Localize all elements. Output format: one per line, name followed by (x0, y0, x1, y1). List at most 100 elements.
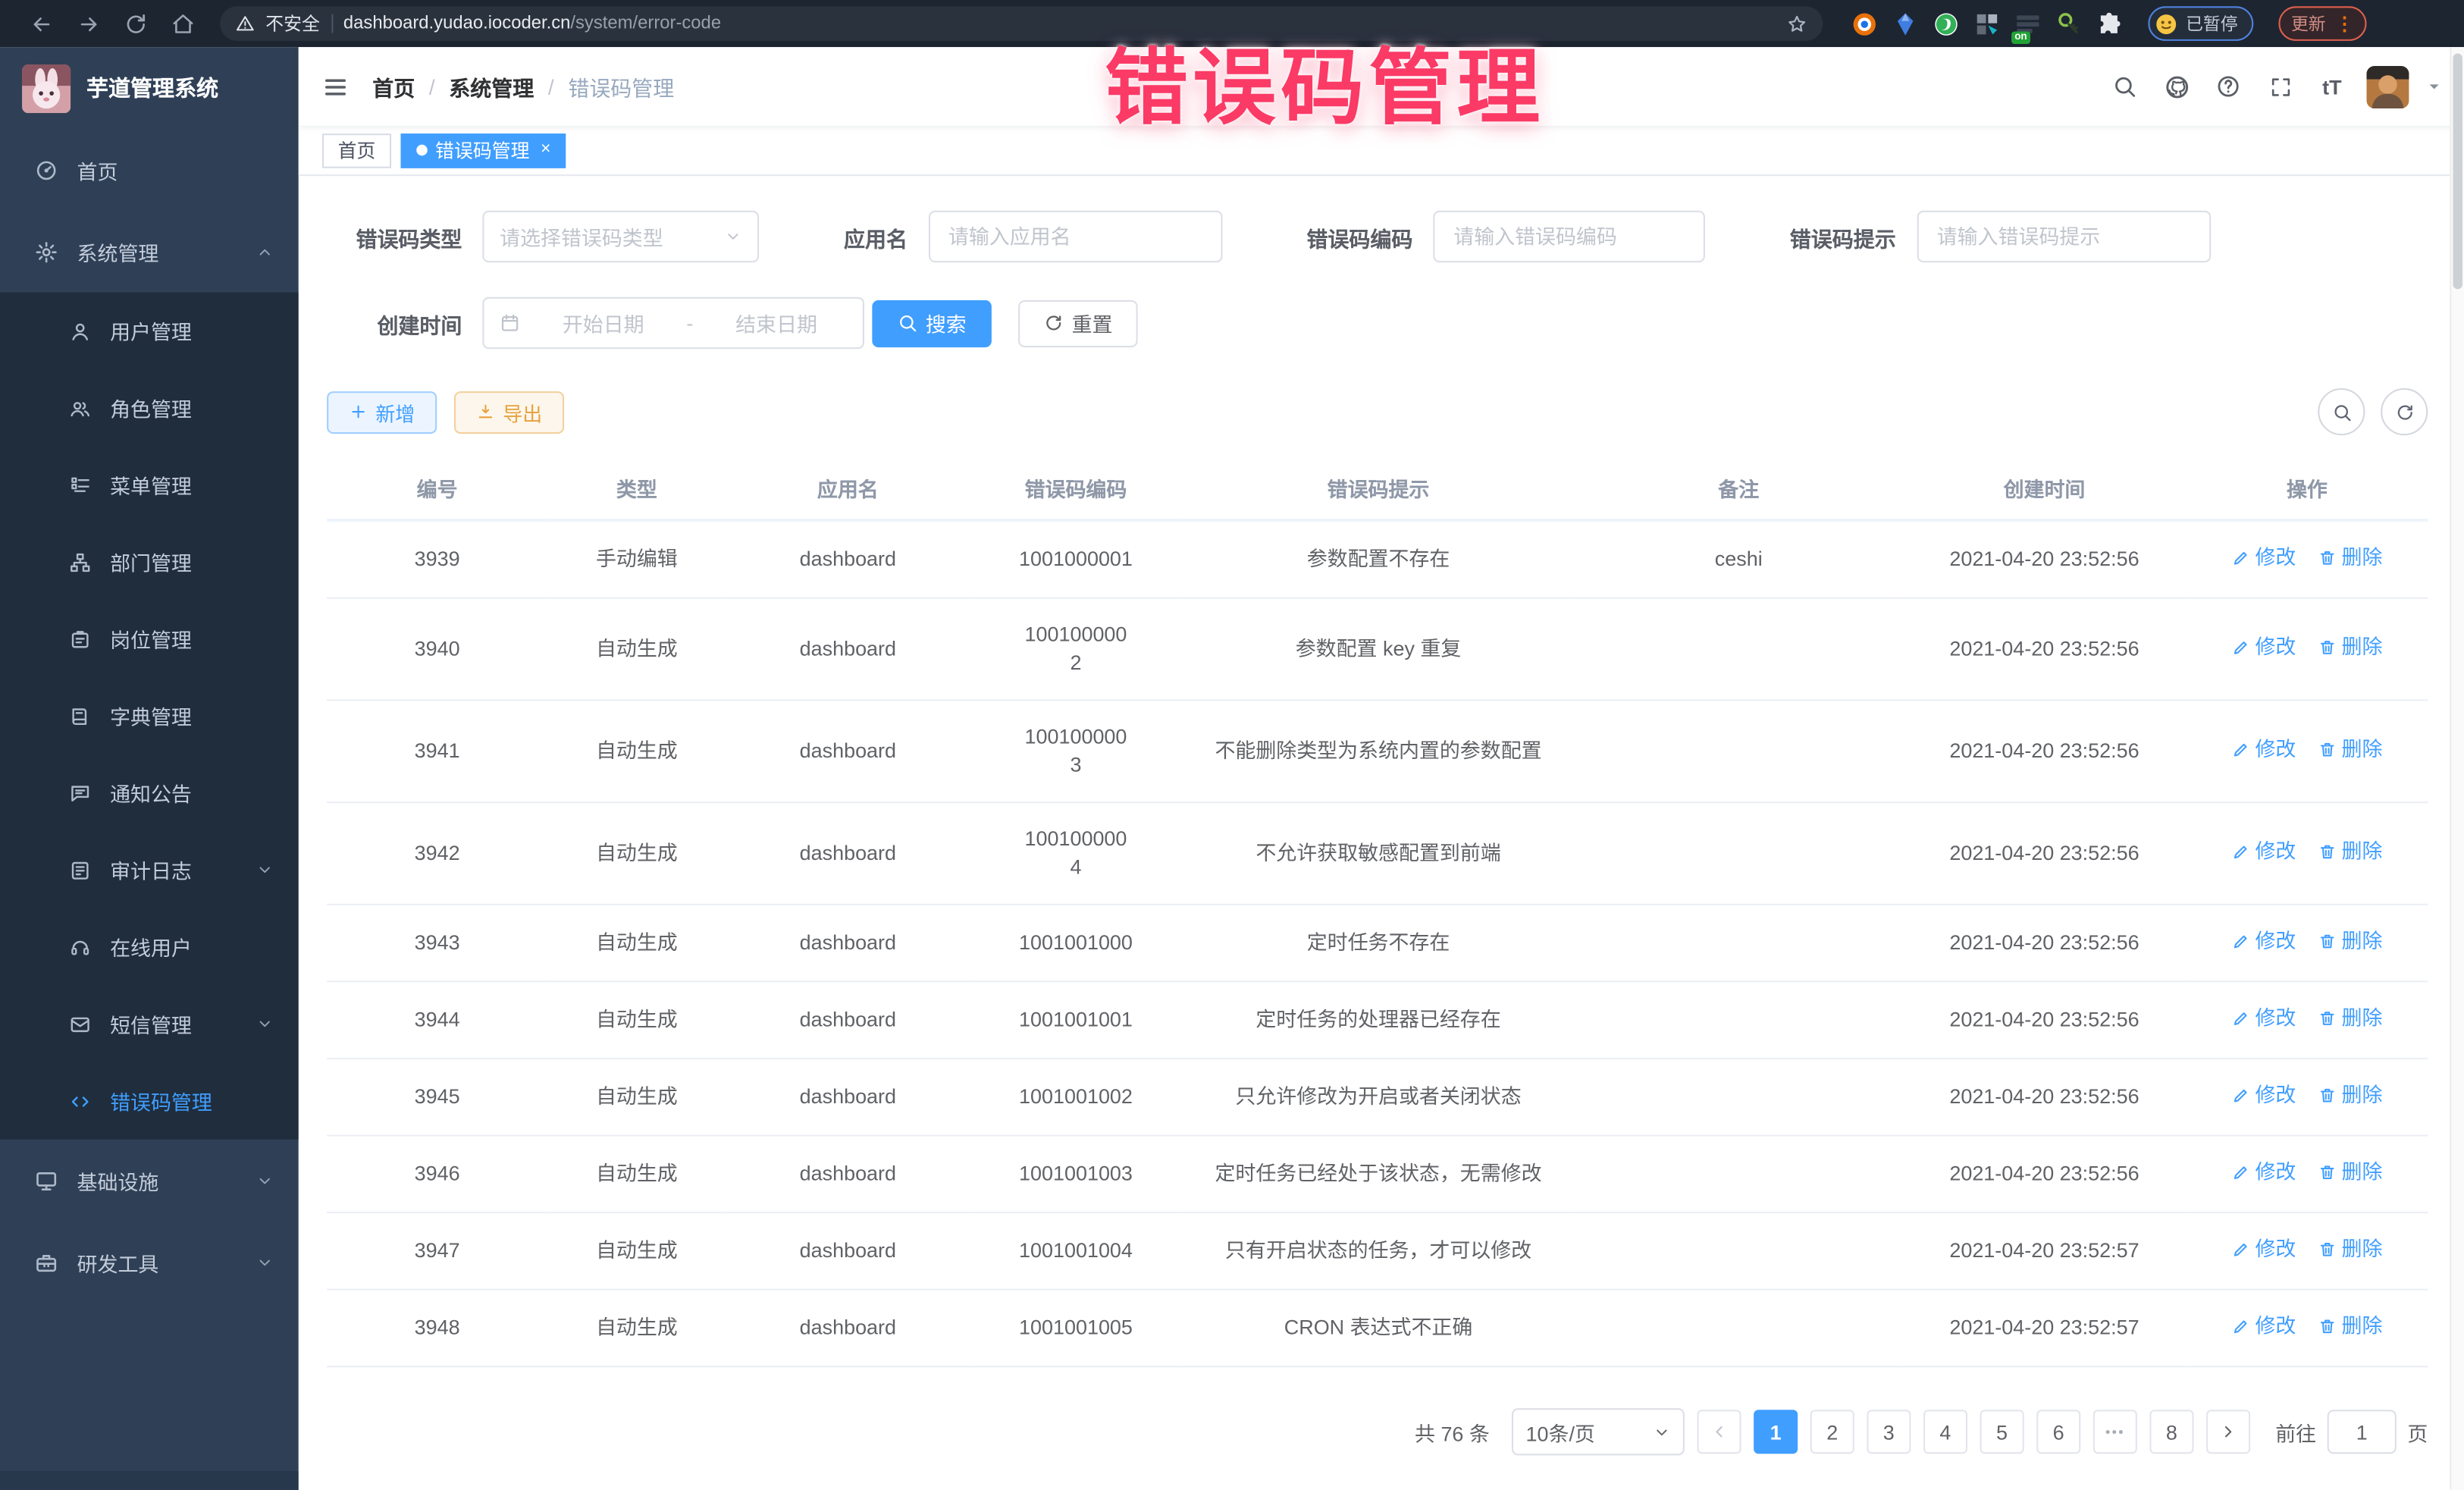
sidebar-item-menulist[interactable]: 菜单管理 (0, 447, 299, 524)
date-range-picker[interactable]: 开始日期 - 结束日期 (482, 297, 864, 349)
avatar-caret-icon[interactable] (2426, 79, 2442, 95)
sidebar-item-tree[interactable]: 部门管理 (0, 523, 299, 601)
extension-gem-icon[interactable] (1892, 10, 1919, 36)
page-size-select[interactable]: 10条/页 (1512, 1408, 1685, 1455)
browser-scrollbar[interactable] (2450, 47, 2464, 1490)
sidebar-item-headset[interactable]: 在线用户 (0, 908, 299, 986)
user-avatar[interactable] (2366, 65, 2409, 108)
edit-link[interactable]: 修改 (2231, 544, 2296, 572)
next-page-button[interactable] (2206, 1410, 2250, 1454)
browser-back-icon[interactable] (22, 5, 60, 42)
browser-reload-icon[interactable] (116, 5, 154, 42)
edit-link[interactable]: 修改 (2231, 1313, 2296, 1341)
sidebar-item-sms[interactable]: 短信管理 (0, 986, 299, 1063)
sidebar-item-gear[interactable]: 系统管理 (0, 211, 299, 293)
delete-link[interactable]: 删除 (2318, 736, 2382, 764)
tag-error-code[interactable]: 错误码管理 × (401, 133, 567, 168)
reset-button[interactable]: 重置 (1018, 300, 1138, 347)
delete-link[interactable]: 删除 (2318, 1004, 2382, 1032)
app-name-input[interactable] (928, 211, 1222, 262)
sidebar-item-user[interactable]: 用户管理 (0, 293, 299, 370)
cell-app: dashboard (726, 1059, 970, 1136)
page-button-4[interactable]: 4 (1923, 1410, 1967, 1454)
browser-menu-icon[interactable]: ⋮ (2335, 16, 2354, 32)
sidebar-item-users[interactable]: 角色管理 (0, 369, 299, 447)
page-button-3[interactable]: 3 (1867, 1410, 1911, 1454)
breadcrumb-system[interactable]: 系统管理 (449, 71, 534, 102)
page-button-5[interactable]: 5 (1980, 1410, 2024, 1454)
refresh-table-button[interactable] (2381, 388, 2428, 435)
edit-link[interactable]: 修改 (2231, 1081, 2296, 1109)
sidebar-collapse-strip[interactable] (0, 1471, 299, 1490)
export-button[interactable]: 导出 (454, 391, 564, 433)
search-icon[interactable] (2107, 69, 2142, 104)
sidebar-item-code[interactable]: 错误码管理 (0, 1062, 299, 1140)
sidebar-item-book[interactable]: 字典管理 (0, 677, 299, 754)
extension-puzzle-icon[interactable] (2096, 10, 2123, 36)
toggle-search-button[interactable] (2318, 388, 2365, 435)
edit-link[interactable]: 修改 (2231, 1159, 2296, 1187)
edit-link[interactable]: 修改 (2231, 927, 2296, 955)
pencil-icon (2231, 638, 2250, 657)
trash-icon (2318, 1317, 2337, 1336)
delete-link[interactable]: 删除 (2318, 1313, 2382, 1341)
scrollbar-thumb[interactable] (2453, 53, 2462, 289)
delete-link[interactable]: 删除 (2318, 1159, 2382, 1187)
sidebar-item-dashboard[interactable]: 首页 (0, 129, 299, 211)
page-button-2[interactable]: 2 (1810, 1410, 1854, 1454)
error-type-select[interactable]: 请选择错误码类型 (482, 211, 759, 262)
github-icon[interactable] (2159, 69, 2194, 104)
extension-yuque-icon[interactable] (1933, 10, 1959, 36)
breadcrumb-home[interactable]: 首页 (372, 71, 415, 102)
table-row: 3948自动生成dashboard1001001005CRON 表达式不正确20… (327, 1290, 2428, 1367)
sidebar-item-bubble[interactable]: 通知公告 (0, 754, 299, 832)
add-button[interactable]: 新增 (327, 391, 437, 433)
edit-link[interactable]: 修改 (2231, 1235, 2296, 1263)
cell-id: 3942 (327, 802, 547, 905)
font-size-icon[interactable]: tT (2315, 69, 2350, 104)
fullscreen-icon[interactable] (2263, 69, 2298, 104)
extension-key-icon[interactable] (2055, 10, 2082, 36)
cell-code: 1001001001 (970, 981, 1182, 1059)
sidebar-item-audit[interactable]: 审计日志 (0, 831, 299, 908)
edit-link[interactable]: 修改 (2231, 838, 2296, 866)
page-button-6[interactable]: 6 (2036, 1410, 2080, 1454)
app-logo[interactable]: 芋道管理系统 (0, 47, 299, 129)
bookmark-star-icon[interactable] (1787, 14, 1807, 34)
delete-link[interactable]: 删除 (2318, 1235, 2382, 1263)
address-bar[interactable]: 不安全 dashboard.yudao.iocoder.cn/system/er… (220, 6, 1823, 41)
edit-link[interactable]: 修改 (2231, 1004, 2296, 1032)
prev-page-button[interactable] (1697, 1410, 1741, 1454)
page-button-8[interactable]: 8 (2149, 1410, 2193, 1454)
sidebar-item-infra[interactable]: 基础设施 (0, 1140, 299, 1222)
goto-page-input[interactable] (2328, 1410, 2397, 1454)
toolbar-right (2318, 388, 2428, 435)
delete-link[interactable]: 删除 (2318, 1081, 2382, 1109)
browser-home-icon[interactable] (164, 5, 202, 42)
page-more-button[interactable]: ••• (2093, 1410, 2137, 1454)
page-button-1[interactable]: 1 (1754, 1410, 1798, 1454)
edit-link[interactable]: 修改 (2231, 736, 2296, 764)
delete-link[interactable]: 删除 (2318, 633, 2382, 661)
browser-update-button[interactable]: 更新 ⋮ (2278, 6, 2366, 41)
sidebar-item-idbadge[interactable]: 岗位管理 (0, 601, 299, 678)
browser-forward-icon[interactable] (69, 5, 107, 42)
search-button[interactable]: 搜索 (872, 300, 992, 347)
extension-grid-icon[interactable] (1973, 10, 2000, 36)
error-msg-input[interactable] (1917, 211, 2211, 262)
tag-close-icon[interactable]: × (541, 142, 550, 159)
range-separator: - (686, 311, 693, 334)
extension-target-icon[interactable] (1851, 10, 1878, 36)
delete-link[interactable]: 删除 (2318, 927, 2382, 955)
error-code-input[interactable] (1433, 211, 1705, 262)
tag-home[interactable]: 首页 (322, 133, 391, 168)
hamburger-icon[interactable] (299, 47, 372, 126)
extension-onetab-icon[interactable]: on (2014, 10, 2041, 36)
sidebar-item-label: 用户管理 (110, 316, 192, 346)
delete-link[interactable]: 删除 (2318, 838, 2382, 866)
edit-link[interactable]: 修改 (2231, 633, 2296, 661)
profile-paused-chip[interactable]: 已暂停 (2148, 6, 2253, 41)
help-icon[interactable] (2211, 69, 2246, 104)
sidebar-item-toolbox[interactable]: 研发工具 (0, 1221, 299, 1303)
delete-link[interactable]: 删除 (2318, 544, 2382, 572)
